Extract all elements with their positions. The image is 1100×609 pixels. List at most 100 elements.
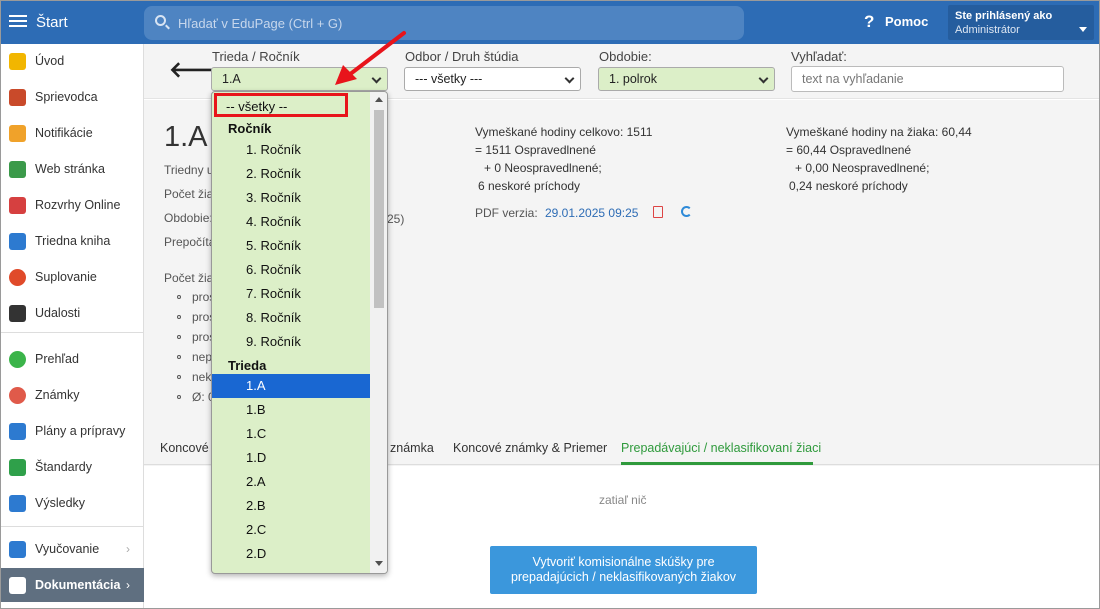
option-label: 7. Ročník xyxy=(246,286,301,301)
option-class[interactable]: 1.A xyxy=(212,374,370,398)
sidebar-item-8[interactable]: Udalosti xyxy=(1,296,144,330)
empty-state-text: zatiaľ nič xyxy=(599,493,647,507)
class-teacher-label: Triedny u xyxy=(164,163,214,177)
option-label: 8. Ročník xyxy=(246,310,301,325)
sidebar-item-12[interactable]: Štandardy xyxy=(1,450,144,484)
refresh-icon[interactable] xyxy=(681,206,692,217)
sidebar-item-9[interactable]: Prehľad xyxy=(1,342,144,376)
create-exams-button[interactable]: Vytvoriť komisionálne skúšky pre prepada… xyxy=(490,546,757,594)
annotation-arrow-icon xyxy=(335,31,406,85)
pdf-icon[interactable] xyxy=(653,206,663,218)
grade-icon xyxy=(9,387,26,404)
open-book-icon xyxy=(9,541,26,558)
tab-final-grades-average[interactable]: Koncové známky & Priemer xyxy=(453,441,607,455)
period-select[interactable]: 1. polrok xyxy=(598,67,775,91)
sidebar-item-14[interactable]: Vyučovanie › xyxy=(1,532,144,566)
option-class[interactable]: 2.C xyxy=(212,518,370,542)
option-grade[interactable]: 6. Ročník xyxy=(212,258,370,282)
tab-grade[interactable]: známka xyxy=(390,441,434,455)
bullet-dot xyxy=(177,355,181,359)
check-circle-icon xyxy=(9,351,26,368)
sidebar-item-11[interactable]: Plány a prípravy xyxy=(1,414,144,448)
search-filter-label: Vyhľadať: xyxy=(791,49,847,64)
class-dropdown-list[interactable]: -- všetky -- Ročník 1. Ročník 2. Ročník 3. R… xyxy=(211,91,388,574)
scroll-down-icon[interactable] xyxy=(375,561,383,566)
active-tab-indicator xyxy=(621,462,813,465)
sidebar-divider xyxy=(1,332,144,333)
option-grade[interactable]: 3. Ročník xyxy=(212,186,370,210)
calendar-dark-icon xyxy=(9,305,26,322)
option-grade[interactable]: 2. Ročník xyxy=(212,162,370,186)
sidebar-item-label: Prehľad xyxy=(35,352,79,366)
absence-unexcused: + 0 Neospravedlnené; xyxy=(484,161,602,175)
search-icon xyxy=(155,15,166,26)
option-class[interactable]: 2.A xyxy=(212,470,370,494)
chevron-right-icon: › xyxy=(126,578,130,592)
sidebar-item-7[interactable]: Suplovanie xyxy=(1,260,144,294)
sidebar-item-3[interactable]: Notifikácie xyxy=(1,116,144,150)
dropdown-scrollbar[interactable] xyxy=(370,92,387,573)
page-title: 1.A xyxy=(164,121,208,153)
option-grade[interactable]: 1. Ročník xyxy=(212,138,370,162)
user-menu[interactable]: Ste prihlásený ako Administrátor xyxy=(948,5,1094,40)
text-search-input[interactable]: text na vyhľadanie xyxy=(791,66,1064,92)
option-grade[interactable]: 5. Ročník xyxy=(212,234,370,258)
start-link[interactable]: Štart xyxy=(36,14,68,31)
pdf-date-link[interactable]: 29.01.2025 09:25 xyxy=(545,206,638,220)
sidebar-item-label: Úvod xyxy=(35,54,65,68)
option-label: 6. Ročník xyxy=(246,262,301,277)
bullet-dot xyxy=(177,295,181,299)
breakdown-item: nek xyxy=(192,370,212,384)
option-label: 1.D xyxy=(246,450,267,465)
absence-total: Vymeškané hodiny celkovo: 1511 xyxy=(475,125,653,139)
help-link[interactable]: Pomoc xyxy=(885,14,928,29)
create-exams-line1: Vytvoriť komisionálne skúšky pre xyxy=(532,555,715,569)
scroll-up-icon[interactable] xyxy=(375,97,383,102)
global-search-input[interactable]: Hľadať v EduPage (Ctrl + G) xyxy=(144,6,744,40)
sidebar-item-5[interactable]: Rozvrhy Online xyxy=(1,188,144,222)
option-label: Ročník xyxy=(228,121,272,136)
field-select[interactable]: --- všetky --- xyxy=(404,67,581,91)
option-label: Trieda xyxy=(228,358,267,373)
option-grade[interactable]: 4. Ročník xyxy=(212,210,370,234)
student-breakdown-label: Počet žia xyxy=(164,271,214,285)
sidebar-item-label: Plány a prípravy xyxy=(35,424,126,438)
chevron-right-icon: › xyxy=(126,542,130,556)
sidebar-item-label: Sprievodca xyxy=(35,90,98,104)
option-class[interactable]: 1.D xyxy=(212,446,370,470)
option-class[interactable]: 1.C xyxy=(212,422,370,446)
scrollbar-thumb[interactable] xyxy=(374,110,384,308)
option-label: 1. Ročník xyxy=(246,142,301,157)
sidebar-item-4[interactable]: Web stránka xyxy=(1,152,144,186)
option-class[interactable]: 1.B xyxy=(212,398,370,422)
search-placeholder: Hľadať v EduPage (Ctrl + G) xyxy=(178,16,343,31)
sidebar-item-label: Výsledky xyxy=(35,496,86,510)
sidebar-item-6[interactable]: Triedna kniha xyxy=(1,224,144,258)
option-grade[interactable]: 9. Ročník xyxy=(212,330,370,354)
sidebar-item-10[interactable]: Známky xyxy=(1,378,144,412)
option-grade[interactable]: 8. Ročník xyxy=(212,306,370,330)
sidebar-item-2[interactable]: Sprievodca xyxy=(1,80,144,114)
breakdown-item: nep xyxy=(192,350,213,364)
tab-final-grades[interactable]: Koncové z xyxy=(160,441,218,455)
sidebar-item-15[interactable]: Dokumentácia › xyxy=(1,568,144,602)
option-class[interactable]: 2.B xyxy=(212,494,370,518)
help-icon[interactable]: ? xyxy=(864,12,874,32)
shield-icon xyxy=(9,459,26,476)
option-grade[interactable]: 7. Ročník xyxy=(212,282,370,306)
absence-per-student-excused: = 60,44 Ospravedlnené xyxy=(786,143,912,157)
absence-per-student: Vymeškané hodiny na žiaka: 60,44 xyxy=(786,125,972,139)
sidebar-item-label: Vyučovanie xyxy=(35,542,100,556)
sidebar-item-13[interactable]: Výsledky xyxy=(1,486,144,520)
field-select-value: --- všetky --- xyxy=(415,72,483,86)
person-icon xyxy=(9,269,26,286)
class-select-value: 1.A xyxy=(222,72,241,86)
hamburger-menu-icon[interactable] xyxy=(9,12,27,32)
create-exams-line2: prepadajúcich / neklasifikovaných žiakov xyxy=(510,570,737,584)
sidebar-item-1[interactable]: Úvod xyxy=(1,44,144,78)
option-class[interactable]: 2.D xyxy=(212,542,370,566)
tab-failing-students[interactable]: Prepadávajúci / neklasifikovaní žiaci xyxy=(621,441,821,455)
period-filter-label: Obdobie: xyxy=(599,49,652,64)
sidebar-item-label: Rozvrhy Online xyxy=(35,198,121,212)
sidebar-item-label: Udalosti xyxy=(35,306,81,320)
